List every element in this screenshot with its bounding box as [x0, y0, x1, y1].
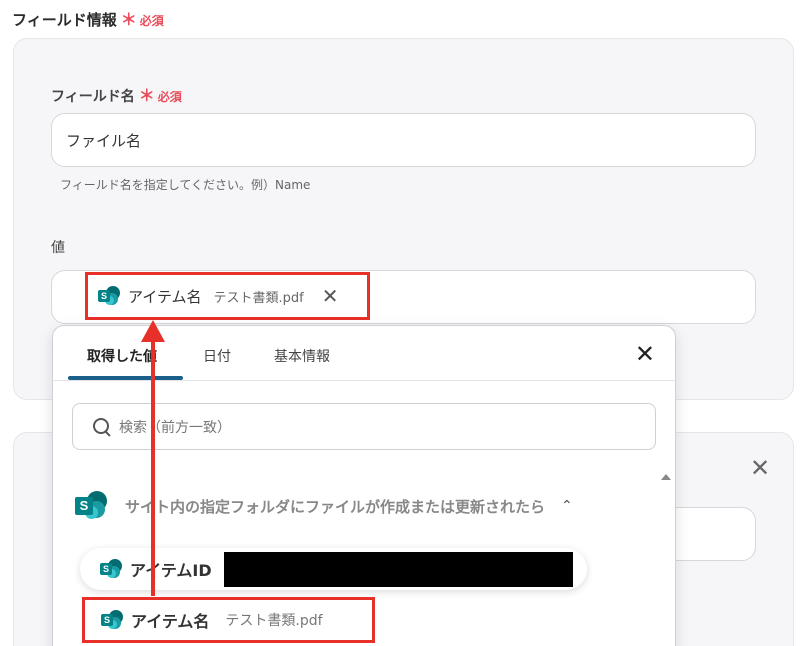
chip-close-icon[interactable]: ✕ — [322, 286, 339, 306]
trigger-group-header[interactable]: S サイト内の指定フォルダにファイルが作成または更新されたら ⌃ — [75, 491, 573, 521]
item-label: アイテムID — [130, 561, 212, 580]
active-tab-indicator — [68, 376, 183, 380]
search-input[interactable]: 検索（前方一致） — [72, 403, 656, 450]
picker-tabs: 取得した値 日付 基本情報 ✕ — [53, 326, 675, 381]
scroll-up-icon[interactable] — [661, 474, 671, 480]
field-name-label-text: フィールド名 — [51, 89, 135, 105]
required-text: 必須 — [139, 14, 164, 28]
value-label-text: 値 — [51, 240, 65, 256]
sharepoint-icon: S — [75, 491, 107, 521]
list-item[interactable]: S アイテムID — [80, 548, 587, 590]
sharepoint-icon: S — [100, 559, 122, 579]
value-label: 値 — [51, 237, 65, 257]
value-picker-dropdown: 取得した値 日付 基本情報 ✕ 検索（前方一致） S サイト内の指定フォルダにフ… — [52, 325, 676, 646]
required-star: ＊ — [138, 86, 155, 105]
tab-acquired-values[interactable]: 取得した値 — [87, 346, 157, 366]
sharepoint-icon: S — [98, 286, 120, 306]
card2-close-icon[interactable]: ✕ — [750, 456, 770, 480]
tab-basic-info[interactable]: 基本情報 — [274, 346, 330, 366]
value-chip[interactable]: S アイテム名 テスト書類.pdf ✕ — [85, 272, 370, 320]
chevron-up-icon[interactable]: ⌃ — [561, 498, 573, 514]
field-name-label: フィールド名 ＊ 必須 — [51, 82, 182, 106]
list-item[interactable]: S アイテム名 テスト書類.pdf — [82, 597, 375, 643]
required-star: ＊ — [120, 10, 137, 29]
chip-sub: テスト書類.pdf — [213, 290, 304, 306]
field-name-helper: フィールド名を指定してください。例）Name — [60, 178, 311, 192]
chip-label: アイテム名 — [128, 287, 202, 306]
close-icon[interactable]: ✕ — [635, 342, 655, 366]
required-text: 必須 — [157, 90, 182, 104]
tab-date[interactable]: 日付 — [203, 346, 231, 366]
section-title: フィールド情報 — [12, 11, 117, 29]
section-heading: フィールド情報 ＊ 必須 — [12, 6, 164, 30]
sharepoint-icon: S — [101, 610, 123, 630]
field-name-input[interactable]: ファイル名 — [51, 113, 756, 167]
item-label: アイテム名 — [131, 612, 210, 631]
redacted-value — [223, 551, 573, 587]
group-title: サイト内の指定フォルダにファイルが作成または更新されたら — [125, 497, 546, 516]
search-icon — [93, 417, 111, 436]
search-placeholder: 検索（前方一致） — [119, 419, 231, 436]
item-sub: テスト書類.pdf — [225, 613, 323, 629]
